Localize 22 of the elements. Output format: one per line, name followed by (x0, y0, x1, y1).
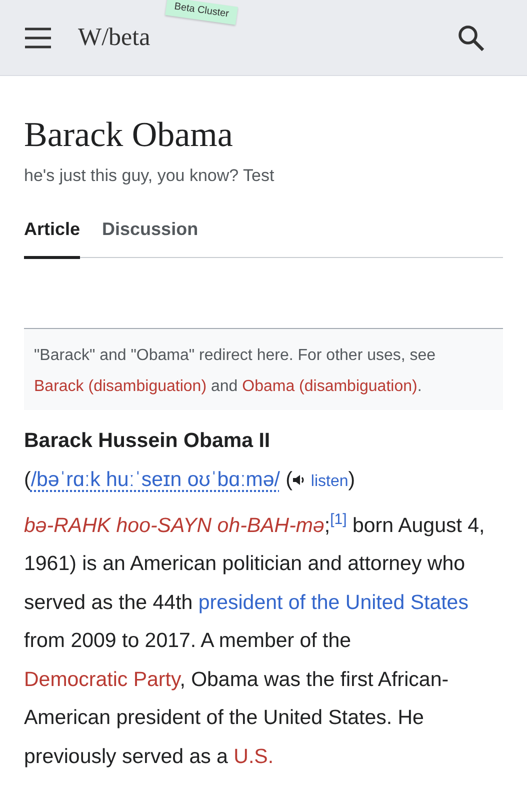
link[interactable]: Democratic Party (24, 668, 180, 691)
site-logo[interactable]: W/beta (78, 24, 150, 52)
search-button[interactable] (457, 24, 485, 52)
respelling-link[interactable]: bə-RAHK hoo-SAYN oh-BAH-mə (24, 514, 324, 537)
link[interactable]: U.S. (234, 744, 274, 768)
link[interactable]: Barack (disambiguation) (34, 378, 207, 395)
tab[interactable]: Discussion (102, 208, 198, 259)
tab[interactable]: Article (24, 208, 80, 259)
reference-link[interactable]: [1] (330, 511, 347, 528)
pronunciation-link[interactable]: /bəˈrɑːk huːˈseɪn oʊˈbɑːmə/ (30, 468, 280, 490)
page-title: Barack Obama (24, 114, 234, 156)
search-icon (457, 24, 485, 52)
beta-badge: Beta Cluster (165, 0, 238, 25)
listen-link[interactable]: listen (292, 472, 348, 490)
article-paragraph: Barack Hussein Obama II (/bəˈrɑːk huːˈseɪn oʊˈbɑːmə/ ( listen) bə-RAHK hoo-SAYN oh-BAH-mə;$^{[1]}$ born August 4, 1961) is an American politician and attorney who served as the 44th president of the United States from 2009 to 2017. A member of the Democratic Party, Obama was the first African-American president of the United States. He previously served as a U.S. (24, 428, 486, 770)
link[interactable]: Obama (disambiguation) (242, 378, 418, 395)
link[interactable]: president of the United States (198, 590, 468, 614)
page-tagline: he's just this guy, you know? Test (24, 166, 276, 186)
hatnote: "Barack" and "Obama" redirect here. For other uses, see Barack (disambiguation) and Obama (disambiguation). (24, 328, 503, 410)
menu-button[interactable] (24, 26, 52, 48)
speaker-icon (292, 474, 306, 486)
menu-icon (24, 26, 52, 48)
